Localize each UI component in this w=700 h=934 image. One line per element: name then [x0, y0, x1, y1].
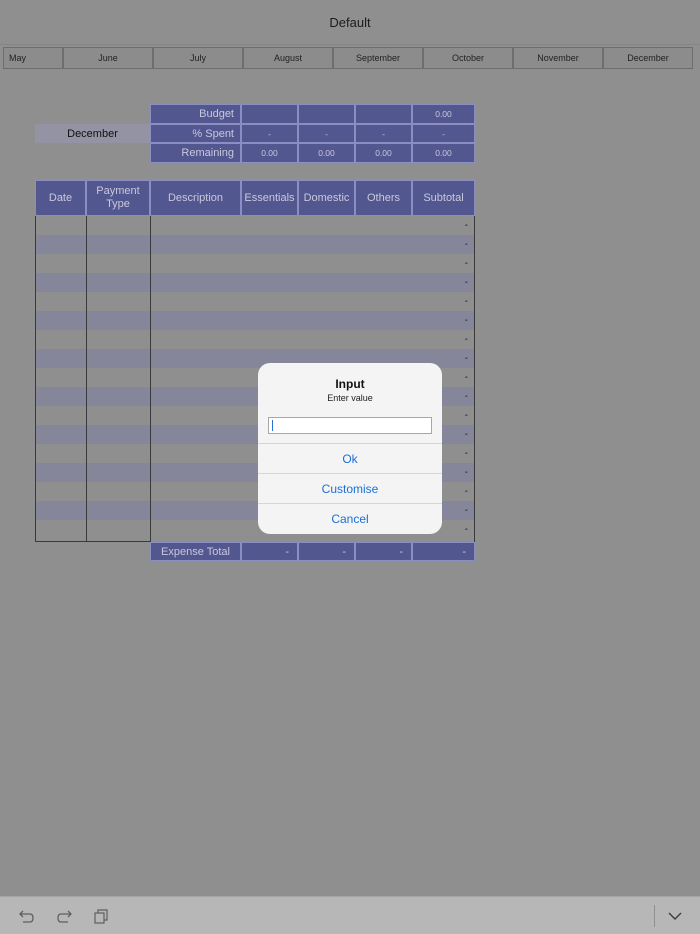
table-row[interactable]	[35, 273, 475, 292]
table-row[interactable]	[35, 254, 475, 273]
budget-label: Budget	[150, 104, 241, 124]
row-subtotal: -	[464, 277, 468, 288]
total-domestic: -	[298, 542, 355, 561]
bottom-toolbar	[0, 896, 700, 934]
row-subtotal: -	[464, 239, 468, 250]
total-others: -	[355, 542, 412, 561]
tab-july[interactable]: July	[153, 47, 243, 69]
total-subtotal: -	[412, 542, 475, 561]
toolbar-separator	[654, 905, 655, 927]
input-dialog: Input Enter value Ok Customise Cancel	[258, 363, 442, 534]
budget-essentials[interactable]	[241, 104, 298, 124]
grid-line	[86, 216, 87, 542]
row-subtotal: -	[464, 258, 468, 269]
row-subtotal: -	[464, 315, 468, 326]
cancel-button[interactable]: Cancel	[258, 503, 442, 534]
selected-month-label: December	[35, 124, 150, 143]
spent-others: -	[355, 124, 412, 143]
total-essentials: -	[241, 542, 298, 561]
redo-icon[interactable]	[54, 906, 74, 926]
remaining-label: Remaining	[150, 143, 241, 163]
row-subtotal: -	[464, 334, 468, 345]
remaining-subtotal: 0.00	[412, 143, 475, 163]
table-row[interactable]	[35, 235, 475, 254]
expense-total-label: Expense Total	[150, 542, 241, 561]
header-subtotal: Subtotal	[412, 180, 475, 216]
remaining-others: 0.00	[355, 143, 412, 163]
tab-june[interactable]: June	[63, 47, 153, 69]
text-caret	[272, 420, 273, 431]
budget-subtotal: 0.00	[412, 104, 475, 124]
spent-label: % Spent	[150, 124, 241, 143]
tab-december[interactable]: December	[603, 47, 693, 69]
spent-essentials: -	[241, 124, 298, 143]
table-row[interactable]	[35, 292, 475, 311]
grid-line	[35, 216, 36, 542]
copy-icon[interactable]	[91, 906, 111, 926]
grid-line	[35, 541, 151, 542]
spent-subtotal: -	[412, 124, 475, 143]
remaining-essentials: 0.00	[241, 143, 298, 163]
tab-august[interactable]: August	[243, 47, 333, 69]
app-title: Default	[0, 0, 700, 45]
tab-september[interactable]: September	[333, 47, 423, 69]
grid-line	[474, 216, 475, 542]
table-row[interactable]	[35, 311, 475, 330]
header-others: Others	[355, 180, 412, 216]
table-row[interactable]	[35, 216, 475, 235]
table-row[interactable]	[35, 330, 475, 349]
row-subtotal: -	[464, 220, 468, 231]
customise-button[interactable]: Customise	[258, 473, 442, 503]
undo-icon[interactable]	[17, 906, 37, 926]
header-date: Date	[35, 180, 86, 216]
tab-may[interactable]: May	[3, 47, 63, 69]
ok-button[interactable]: Ok	[258, 443, 442, 473]
header-description: Description	[150, 180, 241, 216]
grid-line	[150, 216, 151, 542]
header-payment-type: Payment Type	[86, 180, 150, 216]
spent-domestic: -	[298, 124, 355, 143]
remaining-domestic: 0.00	[298, 143, 355, 163]
header-domestic: Domestic	[298, 180, 355, 216]
budget-domestic[interactable]	[298, 104, 355, 124]
row-subtotal: -	[464, 296, 468, 307]
tab-october[interactable]: October	[423, 47, 513, 69]
value-input[interactable]	[268, 417, 432, 434]
chevron-down-icon[interactable]	[665, 906, 685, 926]
tab-november[interactable]: November	[513, 47, 603, 69]
budget-others[interactable]	[355, 104, 412, 124]
month-tabs: May June July August September October N…	[3, 47, 693, 69]
dialog-message: Enter value	[327, 393, 373, 403]
dialog-title: Input	[335, 377, 365, 391]
header-essentials: Essentials	[241, 180, 298, 216]
